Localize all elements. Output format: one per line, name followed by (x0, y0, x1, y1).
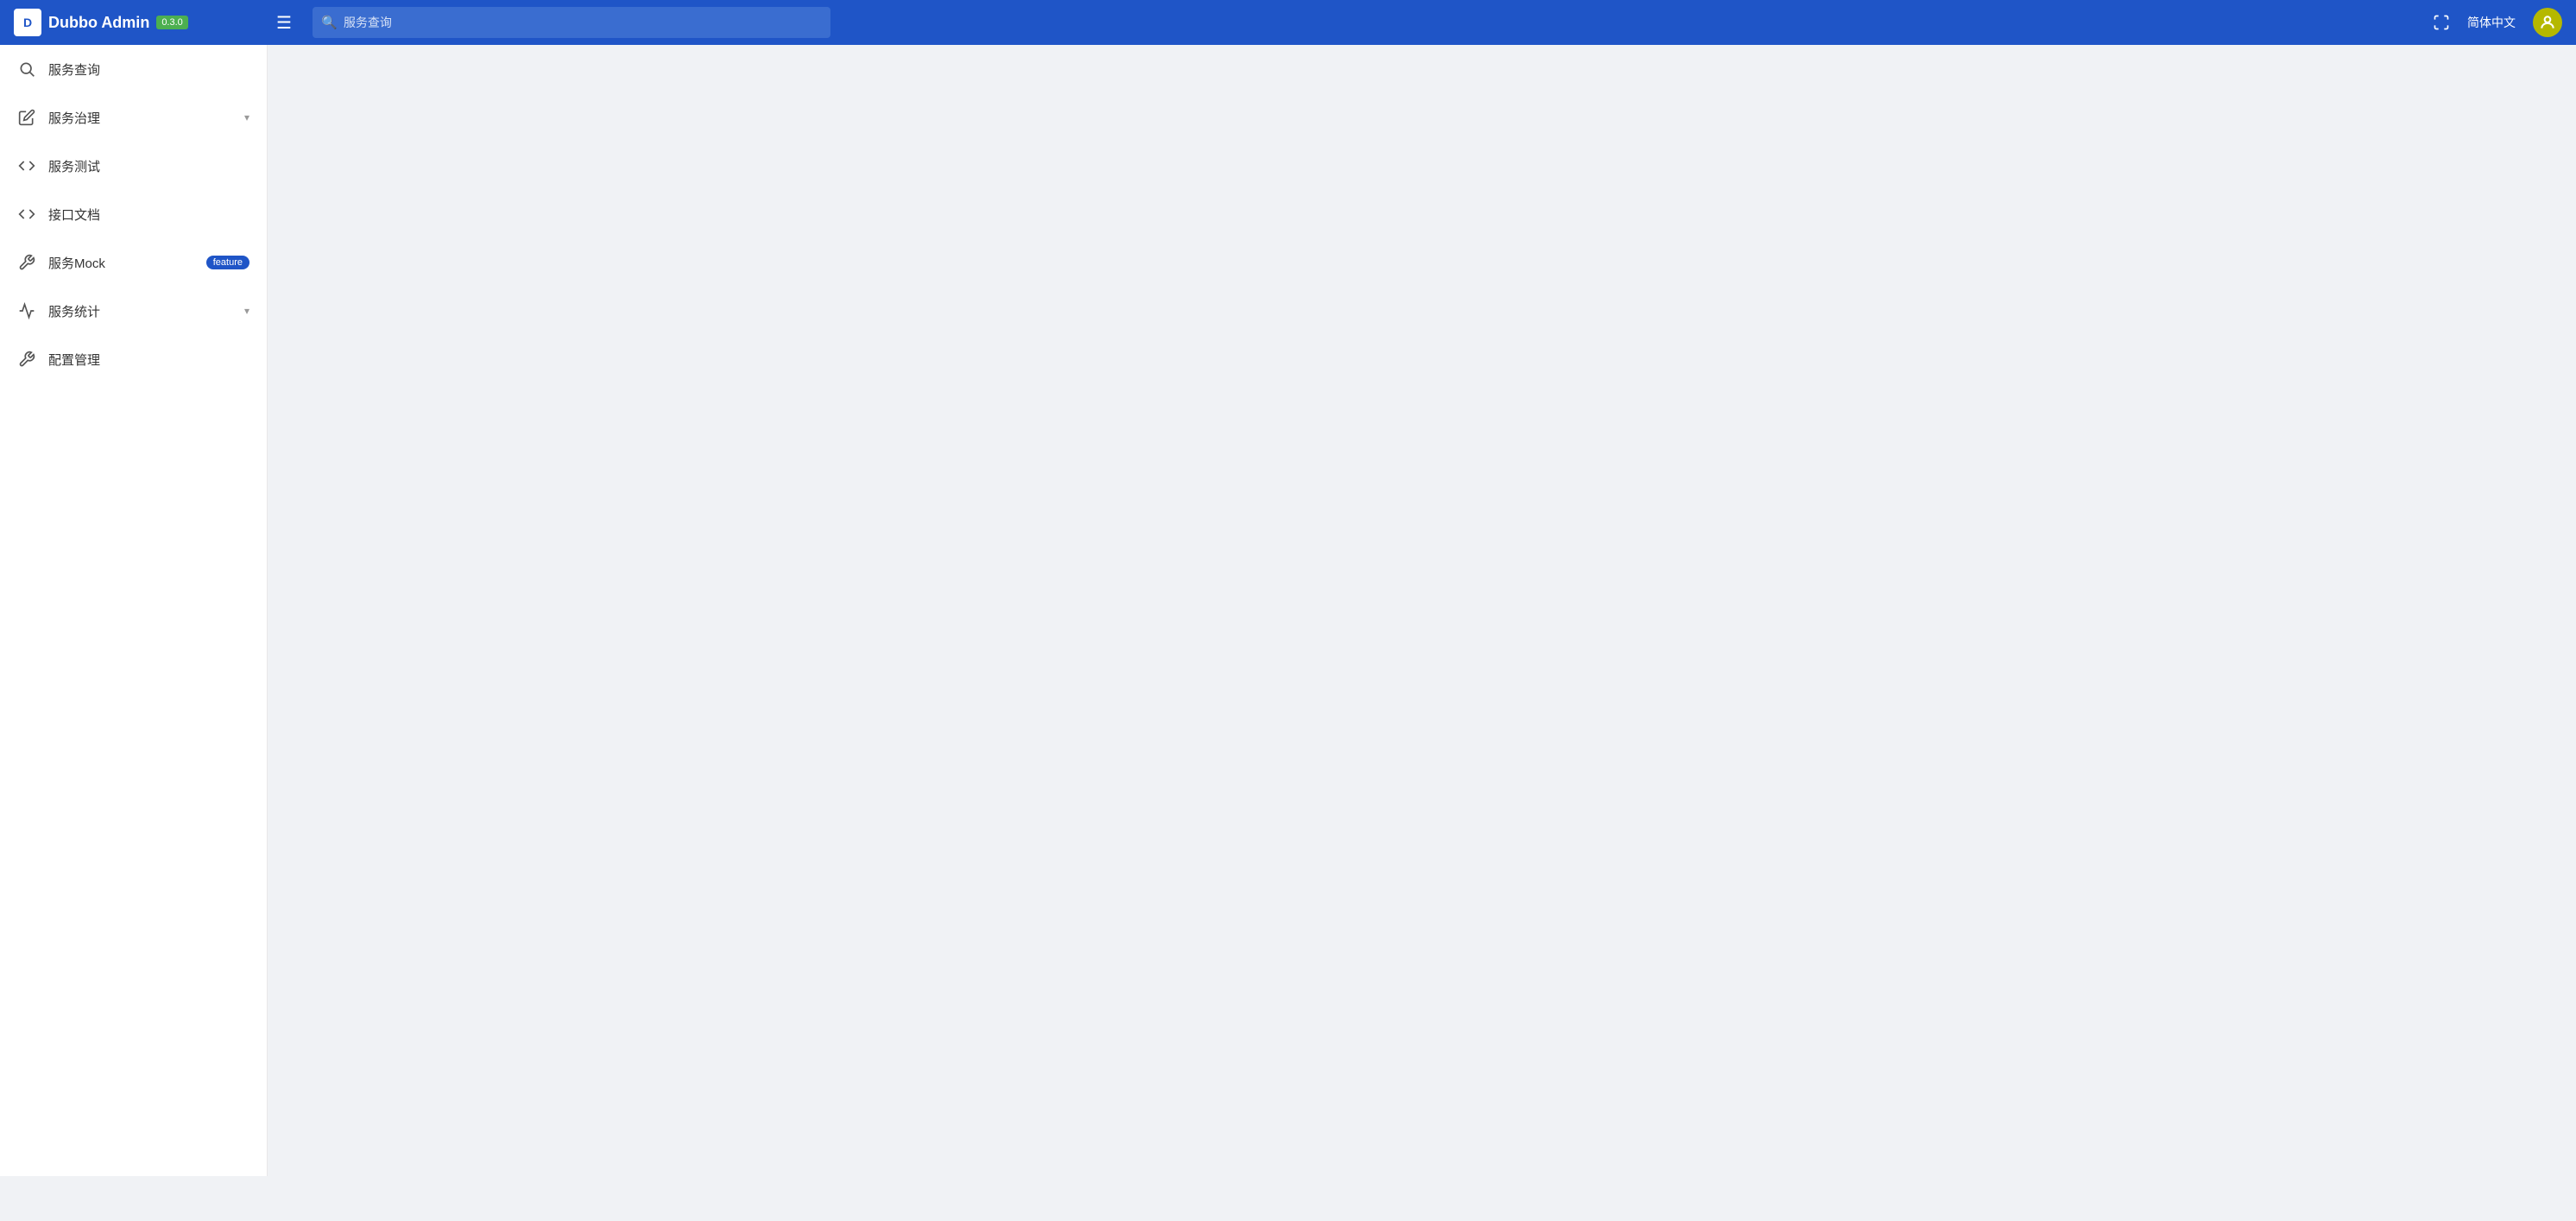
search-icon (17, 60, 36, 79)
hamburger-icon: ☰ (276, 12, 292, 34)
sidebar-item-service-governance[interactable]: 服务治理 ▾ (0, 93, 267, 142)
fullscreen-icon (2433, 14, 2450, 31)
sidebar-label-service-query: 服务查询 (48, 60, 249, 79)
sidebar-item-service-mock[interactable]: 服务Mock feature (0, 238, 267, 287)
version-badge: 0.3.0 (156, 16, 187, 29)
main-layout: 服务查询 服务治理 ▾ 服务测试 (0, 45, 2576, 1176)
sidebar-label-service-test: 服务测试 (48, 157, 249, 175)
chevron-down-icon: ▾ (244, 111, 249, 123)
sidebar-label-service-mock: 服务Mock (48, 254, 194, 272)
logo-area: D Dubbo Admin 0.3.0 (14, 9, 256, 36)
sidebar-label-service-governance: 服务治理 (48, 109, 232, 127)
sidebar-item-config-management[interactable]: 配置管理 (0, 335, 267, 383)
main-content (268, 45, 2576, 1176)
edit-icon (17, 108, 36, 127)
sidebar-item-service-stats[interactable]: 服务统计 ▾ (0, 287, 267, 335)
dubbo-logo: D (14, 9, 41, 36)
user-avatar-icon (2539, 14, 2556, 31)
search-input[interactable] (313, 7, 830, 38)
chevron-down-icon-stats: ▾ (244, 305, 249, 317)
app-title: Dubbo Admin (48, 14, 149, 32)
wrench-icon (17, 253, 36, 272)
sidebar-label-config-management: 配置管理 (48, 351, 249, 369)
sidebar: 服务查询 服务治理 ▾ 服务测试 (0, 45, 268, 1176)
code-icon (17, 156, 36, 175)
fullscreen-button[interactable] (2433, 14, 2450, 31)
sidebar-label-service-stats: 服务统计 (48, 302, 232, 320)
search-bar: 🔍 (313, 7, 830, 38)
user-avatar[interactable] (2533, 8, 2562, 37)
sidebar-item-service-test[interactable]: 服务测试 (0, 142, 267, 190)
search-icon: 🔍 (321, 15, 338, 30)
feature-badge: feature (206, 256, 249, 269)
api-docs-icon (17, 205, 36, 224)
sidebar-item-service-query[interactable]: 服务查询 (0, 45, 267, 93)
menu-toggle-button[interactable]: ☰ (269, 9, 299, 37)
sidebar-label-api-docs: 接口文档 (48, 206, 249, 224)
settings-icon (17, 350, 36, 369)
chart-icon (17, 301, 36, 320)
header: D Dubbo Admin 0.3.0 ☰ 🔍 简体中文 (0, 0, 2576, 45)
header-right: 简体中文 (2433, 8, 2562, 37)
language-switch-button[interactable]: 简体中文 (2467, 14, 2516, 31)
sidebar-item-api-docs[interactable]: 接口文档 (0, 190, 267, 238)
